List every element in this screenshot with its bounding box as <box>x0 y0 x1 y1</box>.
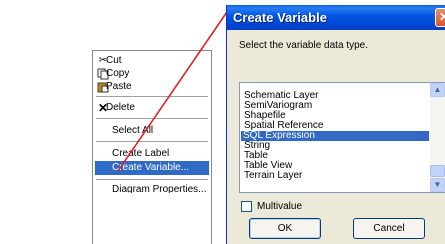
menu-item-diagram-properties-label: Diagram Properties... <box>112 184 207 193</box>
close-icon[interactable]: ✕ <box>435 8 445 27</box>
context-menu: ✂ Cut Copy Paste ✕ Delete Select All Cre… <box>92 50 212 244</box>
list-item[interactable]: Terrain Layer <box>242 171 429 181</box>
menu-separator <box>96 96 208 98</box>
menu-item-create-label-label: Create Label <box>112 148 170 159</box>
list-item[interactable]: String <box>242 141 429 151</box>
dialog-title: Create Variable <box>233 10 327 25</box>
menu-item-paste-label: Paste <box>106 81 132 92</box>
menu-item-copy[interactable]: Copy <box>93 67 211 81</box>
menu-item-select-all[interactable]: Select All <box>93 124 211 138</box>
menu-separator <box>96 141 208 143</box>
dialog-prompt: Select the variable data type. <box>239 40 368 51</box>
menu-separator <box>96 179 208 181</box>
menu-item-create-variable-label: Create Variable... <box>112 162 190 173</box>
menu-item-create-variable[interactable]: Create Variable... <box>95 161 209 175</box>
cancel-button[interactable]: Cancel <box>353 218 425 239</box>
menu-item-select-all-label: Select All <box>112 125 154 136</box>
menu-item-copy-label: Copy <box>106 68 130 79</box>
ok-button[interactable]: OK <box>249 218 321 239</box>
menu-item-cut-label: Cut <box>106 55 122 66</box>
scroll-thumb[interactable] <box>430 165 445 177</box>
data-type-listbox[interactable]: Schematic Layer SemiVariogram Shapefile … <box>239 82 445 193</box>
create-variable-dialog: Create Variable ✕ Select the variable da… <box>226 5 445 244</box>
menu-item-diagram-properties[interactable]: Diagram Properties... <box>93 184 211 193</box>
scroll-down-icon[interactable]: ▼ <box>430 178 445 192</box>
multivalue-label: Multivalue <box>257 201 303 212</box>
menu-item-create-label[interactable]: Create Label <box>93 147 211 161</box>
scroll-up-icon[interactable]: ▲ <box>430 83 445 97</box>
menu-item-cut[interactable]: ✂ Cut <box>93 54 211 68</box>
multivalue-checkbox[interactable] <box>241 201 252 212</box>
menu-separator <box>96 118 208 120</box>
menu-item-delete[interactable]: ✕ Delete <box>93 101 211 115</box>
dialog-titlebar[interactable]: Create Variable ✕ <box>227 5 445 30</box>
menu-item-paste[interactable]: Paste <box>93 80 211 94</box>
menu-item-delete-label: Delete <box>106 102 135 113</box>
listbox-scrollbar[interactable]: ▲ ▼ <box>430 83 445 192</box>
